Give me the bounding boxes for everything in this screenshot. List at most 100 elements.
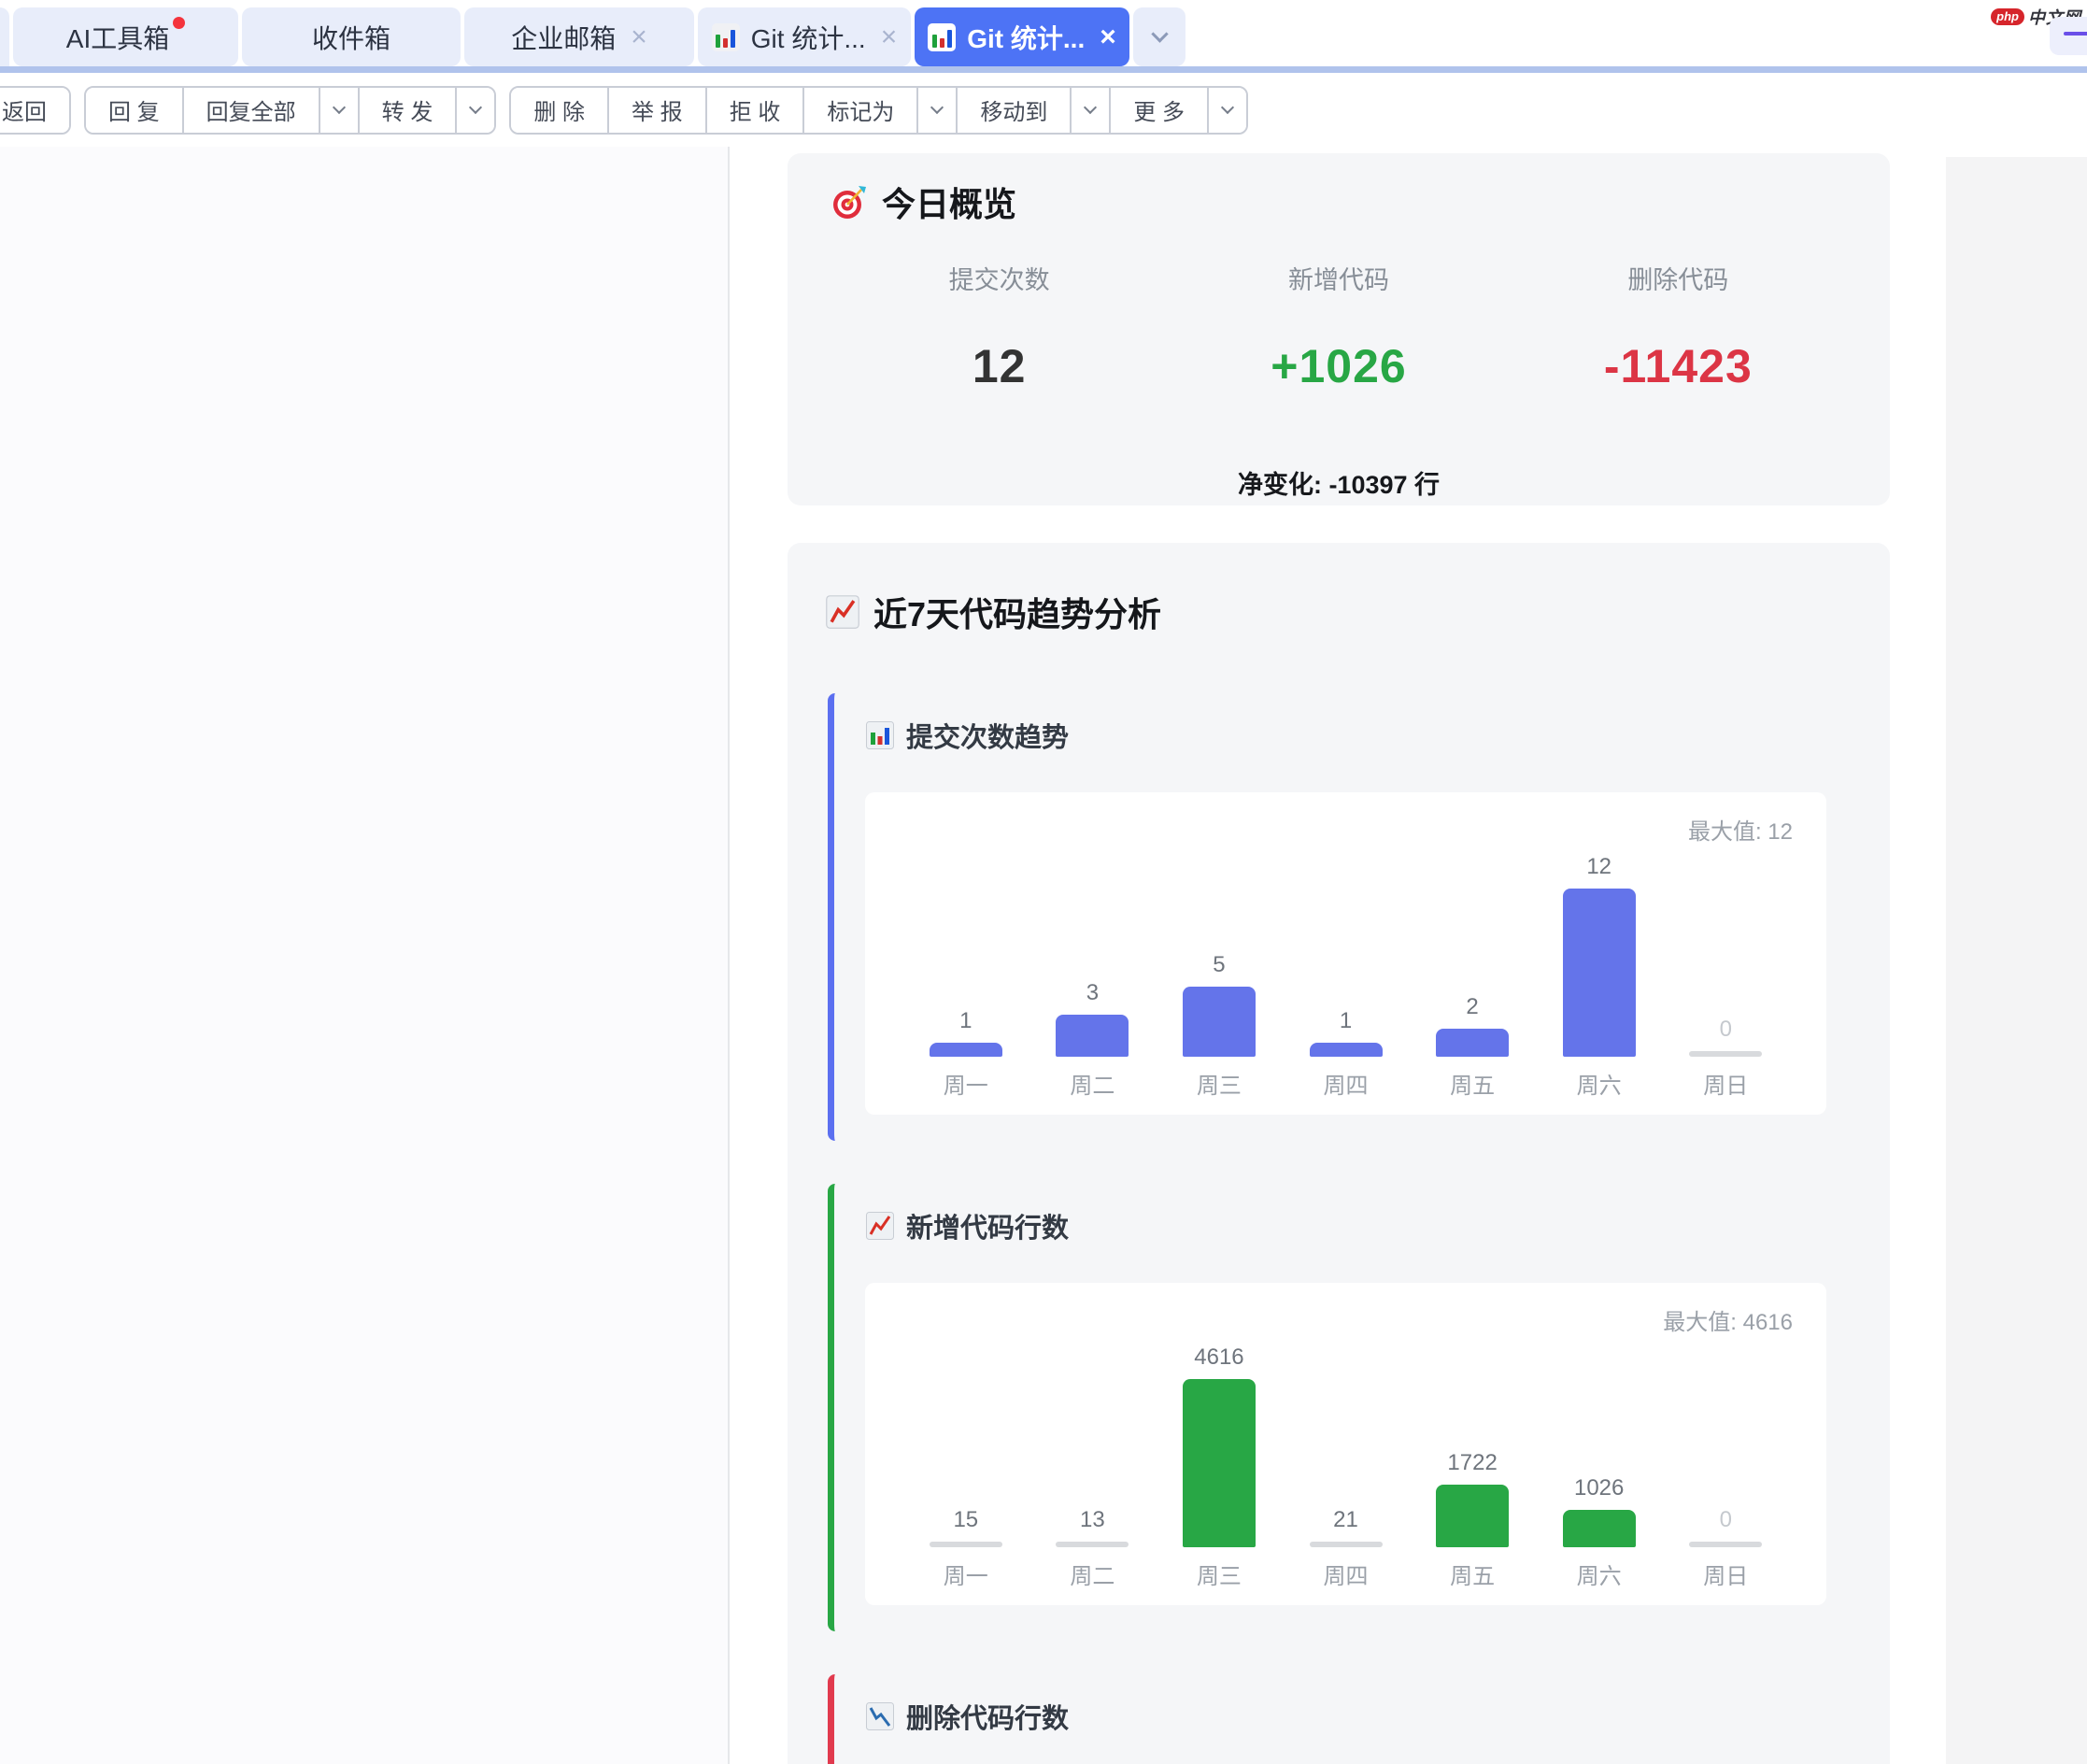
bar [1563, 1510, 1636, 1547]
mark-as-button[interactable]: 标记为 [802, 88, 916, 133]
main-area: 今日概览 提交次数 12 新增代码 +1026 删除代码 -11423 净变化:… [0, 147, 2087, 1764]
browser-tab-bar: AI工具箱 收件箱 企业邮箱 × Git 统计... × Git 统计... ×… [0, 0, 2087, 66]
bars: 1513461621172210260 [902, 1344, 1789, 1547]
chevron-down-icon [1151, 25, 1168, 42]
more-button[interactable]: 更 多 [1109, 88, 1207, 133]
reject-button[interactable]: 拒 收 [705, 88, 803, 133]
stat-deletions: 删除代码 -11423 [1509, 260, 1848, 393]
bar-column: 1722 [1409, 1450, 1536, 1547]
floating-widget[interactable] [2050, 17, 2087, 55]
chart-decreasing-icon [865, 1701, 895, 1731]
bar-value-label: 1 [1340, 1008, 1352, 1034]
close-icon[interactable]: × [631, 23, 647, 51]
chevron-down-icon [469, 101, 482, 114]
bar [1436, 1485, 1509, 1547]
bar-column: 3 [1029, 980, 1157, 1057]
subcard-title-text: 提交次数趋势 [906, 716, 1069, 755]
bar-column: 15 [902, 1507, 1029, 1547]
delete-button[interactable]: 删 除 [511, 88, 607, 133]
stat-label: 提交次数 [830, 260, 1169, 296]
bar-value-label: 1 [959, 1008, 972, 1034]
tab-inbox[interactable]: 收件箱 [242, 7, 461, 66]
tab-list-dropdown-button[interactable] [1133, 7, 1185, 66]
bar-column: 2 [1409, 994, 1536, 1057]
commits-trend-title: 提交次数趋势 [865, 716, 1826, 755]
bar-value-label: 15 [953, 1507, 978, 1533]
bar [1056, 1542, 1129, 1547]
stat-value: +1026 [1169, 339, 1508, 393]
report-button[interactable]: 举 报 [607, 88, 705, 133]
bar-value-label: 0 [1720, 1017, 1732, 1043]
bar [1183, 987, 1256, 1057]
tab-label: 企业邮箱 [511, 19, 616, 56]
bar-value-label: 12 [1586, 854, 1611, 880]
widget-line-icon [2064, 32, 2087, 36]
tab-git-stats-active[interactable]: Git 统计... × [915, 7, 1129, 66]
stat-value: 12 [830, 339, 1169, 393]
reply-all-button[interactable]: 回复全部 [182, 88, 319, 133]
bar-value-label: 1722 [1447, 1450, 1497, 1476]
close-icon[interactable]: × [881, 23, 898, 51]
mail-toolbar: 返回 回 复 回复全部 转 发 删 除 举 报 拒 收 标记为 移动到 更 多 [0, 73, 2087, 147]
chevron-down-icon [1084, 101, 1097, 114]
mark-as-dropdown[interactable] [916, 88, 956, 133]
day-label: 周四 [1283, 1067, 1410, 1100]
additions-trend-title: 新增代码行数 [865, 1206, 1826, 1245]
day-labels: 周一周二周三周四周五周六周日 [902, 1558, 1789, 1590]
stat-commits: 提交次数 12 [830, 260, 1169, 393]
bars: 13512120 [902, 854, 1789, 1057]
stat-label: 删除代码 [1509, 260, 1848, 296]
trend-analysis-card: 近7天代码趋势分析 提交次数趋势 最大值: 12 13512120 周一周 [788, 543, 1890, 1764]
stat-label: 新增代码 [1169, 260, 1508, 296]
more-dropdown[interactable] [1207, 88, 1246, 133]
bar [1310, 1043, 1383, 1057]
reply-all-dropdown[interactable] [319, 88, 358, 133]
day-label: 周五 [1409, 1558, 1536, 1590]
bar-column: 5 [1156, 952, 1283, 1057]
tab-fragment[interactable] [0, 7, 9, 66]
bar-value-label: 0 [1720, 1507, 1732, 1533]
chart-increasing-icon [825, 594, 860, 630]
back-button[interactable]: 返回 [0, 88, 69, 133]
day-label: 周四 [1283, 1558, 1410, 1590]
bar [1689, 1542, 1762, 1547]
bar-chart-icon [712, 23, 740, 51]
move-to-dropdown[interactable] [1070, 88, 1109, 133]
deletions-trend-title: 删除代码行数 [865, 1697, 1826, 1736]
deletions-trend-subcard: 删除代码行数 [828, 1674, 1826, 1764]
notification-dot [173, 17, 185, 29]
bar-column: 1 [1283, 1008, 1410, 1057]
bar-column: 4616 [1156, 1344, 1283, 1547]
chevron-down-icon [930, 101, 944, 114]
bar-column: 21 [1283, 1507, 1410, 1547]
mail-list-pane [0, 147, 730, 1764]
bar [1436, 1029, 1509, 1057]
bar-value-label: 5 [1213, 952, 1225, 978]
net-change: 净变化: -10397 行 [830, 464, 1848, 501]
forward-dropdown[interactable] [455, 88, 494, 133]
close-icon[interactable]: × [1100, 23, 1116, 51]
chart-increasing-icon [865, 1211, 895, 1241]
php-badge: php [1991, 8, 2024, 25]
bar-value-label: 13 [1080, 1507, 1105, 1533]
bar [1183, 1379, 1256, 1547]
bar-value-label: 21 [1333, 1507, 1358, 1533]
right-rail [1946, 147, 2087, 1764]
tab-enterprise-mail[interactable]: 企业邮箱 × [464, 7, 694, 66]
reply-button[interactable]: 回 复 [86, 88, 182, 133]
day-label: 周六 [1536, 1067, 1663, 1100]
mail-content-pane: 今日概览 提交次数 12 新增代码 +1026 删除代码 -11423 净变化:… [730, 147, 1946, 1764]
day-label: 周五 [1409, 1067, 1536, 1100]
tab-git-stats[interactable]: Git 统计... × [698, 7, 911, 66]
commits-trend-subcard: 提交次数趋势 最大值: 12 13512120 周一周二周三周四周五周六周日 [828, 693, 1826, 1141]
today-overview-card: 今日概览 提交次数 12 新增代码 +1026 删除代码 -11423 净变化:… [788, 153, 1890, 505]
bar-chart-icon [865, 720, 895, 750]
subcard-title-text: 新增代码行数 [906, 1206, 1069, 1245]
max-value-label: 最大值: 4616 [1663, 1303, 1793, 1336]
tab-ai-toolbox[interactable]: AI工具箱 [13, 7, 238, 66]
day-labels: 周一周二周三周四周五周六周日 [902, 1067, 1789, 1100]
subcard-title-text: 删除代码行数 [906, 1697, 1069, 1736]
trend-title: 近7天代码趋势分析 [788, 588, 1890, 636]
move-to-button[interactable]: 移动到 [956, 88, 1070, 133]
forward-button[interactable]: 转 发 [358, 88, 456, 133]
